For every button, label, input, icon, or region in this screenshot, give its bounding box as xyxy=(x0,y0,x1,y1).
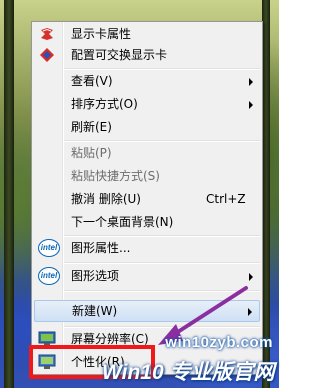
submenu-arrow-icon xyxy=(249,101,253,109)
menu-item-new[interactable]: 新建(W) xyxy=(34,300,260,322)
menu-item-label: 图形属性... xyxy=(71,241,131,255)
menu-item-switchable-graphics[interactable]: 配置可交换显示卡 xyxy=(34,45,260,66)
menu-item-label: 撤消 删除(U) xyxy=(71,192,141,206)
menu-item-label: 图形选项 xyxy=(71,269,120,283)
menu-item-sort-by[interactable]: 排序方式(O) xyxy=(34,94,260,115)
menu-item-label: 刷新(E) xyxy=(71,120,112,134)
menu-item-next-desktop-background[interactable]: 下一个桌面背景(N) xyxy=(34,212,260,233)
menu-item-graphics-properties[interactable]: intel 图形属性... xyxy=(34,238,260,259)
display-adapter-icon xyxy=(41,28,53,40)
menu-item-display-adapter-properties[interactable]: 显示卡属性 xyxy=(34,24,260,45)
watermark-url: win10zyb.com xyxy=(165,334,273,351)
menu-item-graphics-options[interactable]: intel 图形选项 xyxy=(34,266,260,287)
submenu-arrow-icon xyxy=(248,308,252,316)
switchable-graphics-icon xyxy=(40,48,54,62)
menu-item-view[interactable]: 查看(V) xyxy=(34,71,260,92)
menu-item-paste[interactable]: 粘贴(P) xyxy=(34,143,260,164)
menu-separator xyxy=(64,140,260,142)
menu-item-label: 排序方式(O) xyxy=(71,97,138,111)
menu-item-label: 显示卡属性 xyxy=(71,27,132,41)
watermark-brand: Win10 专业版官网 xyxy=(102,361,275,384)
menu-separator xyxy=(64,68,260,70)
menu-item-refresh[interactable]: 刷新(E) xyxy=(34,117,260,138)
menu-separator xyxy=(64,262,260,264)
tree-trunk xyxy=(4,0,14,388)
desktop-context-menu: 显示卡属性 配置可交换显示卡 查看(V) 排序方式(O) 刷新(E) 粘贴(P)… xyxy=(31,21,263,375)
menu-item-label: 下一个桌面背景(N) xyxy=(71,215,174,229)
menu-item-label: 粘贴(P) xyxy=(71,146,112,160)
menu-separator xyxy=(64,290,260,292)
menu-item-paste-shortcut[interactable]: 粘贴快捷方式(S) xyxy=(34,166,260,187)
menu-item-label: 配置可交换显示卡 xyxy=(71,48,168,62)
menu-item-label: 查看(V) xyxy=(71,74,113,88)
menu-separator xyxy=(64,235,260,237)
menu-item-undo-delete[interactable]: 撤消 删除(U) Ctrl+Z xyxy=(34,189,260,210)
menu-item-shortcut: Ctrl+Z xyxy=(206,192,246,206)
intel-icon: intel xyxy=(38,239,60,257)
tree-trunk xyxy=(262,0,270,388)
intel-icon: intel xyxy=(38,267,60,285)
menu-separator xyxy=(64,326,260,328)
submenu-arrow-icon xyxy=(249,78,253,86)
submenu-arrow-icon xyxy=(249,273,253,281)
menu-item-label: 粘贴快捷方式(S) xyxy=(71,169,160,183)
menu-item-label: 新建(W) xyxy=(72,304,118,318)
